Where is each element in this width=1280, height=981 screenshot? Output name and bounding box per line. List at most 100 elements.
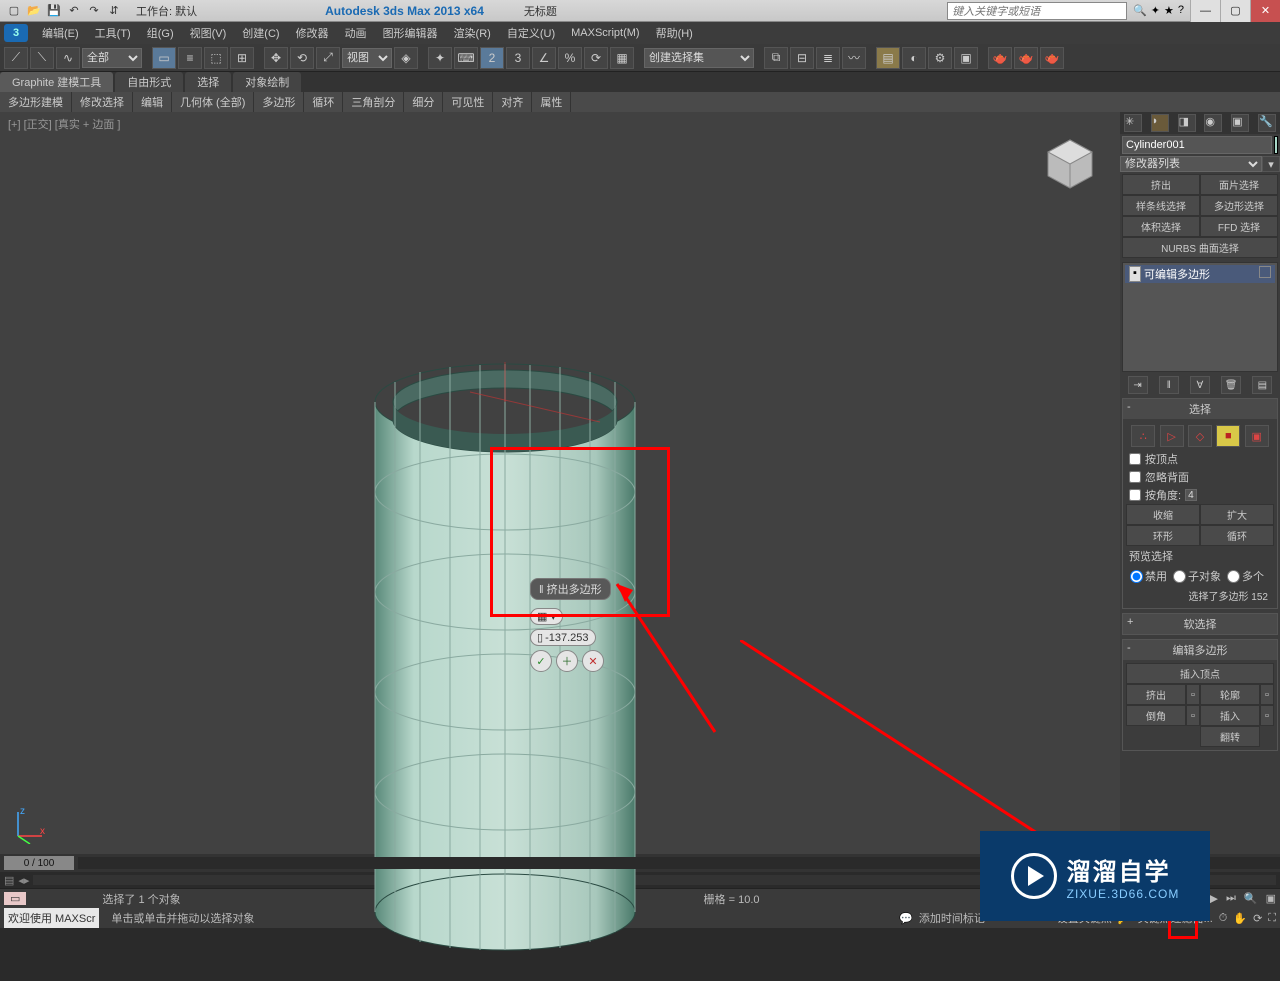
utilities-tab-icon[interactable]: 🔧 xyxy=(1258,114,1276,132)
modifier-stack[interactable]: ▪ 可编辑多边形 xyxy=(1122,262,1278,372)
inset-settings-icon[interactable]: ▫ xyxy=(1260,705,1274,726)
spinner-snap-icon[interactable]: ⟳ xyxy=(584,47,608,69)
stack-toggle-icon[interactable] xyxy=(1259,266,1271,278)
display-tab-icon[interactable]: ▣ xyxy=(1231,114,1249,132)
extrude-settings-icon[interactable]: ▫ xyxy=(1186,684,1200,705)
workspace-dropdown[interactable]: 工作台: 默认 xyxy=(128,3,205,19)
subobj-border-icon[interactable]: ◇ xyxy=(1188,425,1212,447)
by-angle-checkbox[interactable] xyxy=(1129,489,1141,501)
menu-group[interactable]: 组(G) xyxy=(139,25,182,41)
modify-tab-icon[interactable]: ◗ xyxy=(1151,114,1169,132)
undo-icon[interactable]: ↶ xyxy=(64,2,84,20)
menu-views[interactable]: 视图(V) xyxy=(182,25,235,41)
trackbar-config-icon[interactable]: ▤ xyxy=(4,874,14,887)
object-color-swatch[interactable] xyxy=(1274,136,1278,154)
viewcube-icon[interactable] xyxy=(1040,132,1100,192)
menu-help[interactable]: 帮助(H) xyxy=(648,25,701,41)
grow-button[interactable]: 扩大 xyxy=(1200,504,1274,525)
ribbon-tab-graphite[interactable]: Graphite 建模工具 xyxy=(0,72,113,92)
preview-multi-radio[interactable] xyxy=(1227,570,1240,583)
ribbon-group-align[interactable]: 对齐 xyxy=(493,92,532,112)
rendered-frame-icon[interactable]: ▣ xyxy=(954,47,978,69)
render-prod-icon[interactable]: 🫖 xyxy=(988,47,1012,69)
ignore-backfacing-checkbox[interactable] xyxy=(1129,471,1141,483)
ribbon-group-geom[interactable]: 几何体 (全部) xyxy=(172,92,254,112)
ribbon-group-polygon[interactable]: 多边形 xyxy=(254,92,304,112)
remove-modifier-icon[interactable]: 🗑 xyxy=(1221,376,1241,394)
search-icon[interactable]: 🔍 xyxy=(1133,4,1147,17)
material-editor-icon[interactable]: ◐ xyxy=(902,47,926,69)
scale-icon[interactable]: ⤢ xyxy=(316,47,340,69)
nav-max-icon[interactable]: ⛶ xyxy=(1268,912,1276,925)
stack-item-editpoly[interactable]: ▪ 可编辑多边形 xyxy=(1125,265,1275,283)
ring-button[interactable]: 环形 xyxy=(1126,525,1200,546)
menu-rendering[interactable]: 渲染(R) xyxy=(446,25,499,41)
quick-nurbssel[interactable]: NURBS 曲面选择 xyxy=(1122,237,1278,258)
curve-editor-icon[interactable]: 〰 xyxy=(842,47,866,69)
rect-select-icon[interactable]: ⬚ xyxy=(204,47,228,69)
quick-splinesel[interactable]: 样条线选择 xyxy=(1122,195,1200,216)
ref-coord-dropdown[interactable]: 视图 xyxy=(342,48,392,68)
rollout-softsel-header[interactable]: +软选择 xyxy=(1123,614,1277,634)
menu-edit[interactable]: 编辑(E) xyxy=(34,25,87,41)
menu-create[interactable]: 创建(C) xyxy=(234,25,287,41)
menu-grapheditors[interactable]: 图形编辑器 xyxy=(375,25,446,41)
align-icon[interactable]: ⊟ xyxy=(790,47,814,69)
help-icon[interactable]: ? xyxy=(1178,4,1184,17)
time-slider[interactable]: 0 / 100 xyxy=(4,856,74,870)
object-name-input[interactable] xyxy=(1122,136,1272,154)
minimize-button[interactable]: — xyxy=(1190,0,1220,22)
snap-3d-icon[interactable]: 3 xyxy=(506,47,530,69)
quick-ffdsel[interactable]: FFD 选择 xyxy=(1200,216,1278,237)
menu-modifiers[interactable]: 修改器 xyxy=(288,25,337,41)
menu-customize[interactable]: 自定义(U) xyxy=(499,25,563,41)
ribbon-tab-freeform[interactable]: 自由形式 xyxy=(115,72,183,92)
menu-tools[interactable]: 工具(T) xyxy=(87,25,139,41)
render-icon[interactable]: 🫖 xyxy=(1040,47,1064,69)
trackbar-keys-icon[interactable]: ◂▸ xyxy=(18,874,29,887)
make-unique-icon[interactable]: ∀ xyxy=(1190,376,1210,394)
preview-off-radio[interactable] xyxy=(1130,570,1143,583)
ribbon-group-loop[interactable]: 循环 xyxy=(304,92,343,112)
outline-settings-icon[interactable]: ▫ xyxy=(1260,684,1274,705)
maximize-button[interactable]: ▢ xyxy=(1220,0,1250,22)
ribbon-group-tri[interactable]: 三角剖分 xyxy=(343,92,404,112)
edged-faces-icon[interactable]: ▦ xyxy=(610,47,634,69)
open-icon[interactable]: 📂 xyxy=(24,2,44,20)
viewport-label[interactable]: [+] [正交] [真实 + 边面 ] xyxy=(8,116,120,132)
by-vertex-checkbox[interactable] xyxy=(1129,453,1141,465)
play-end-icon[interactable]: ⏭ xyxy=(1226,892,1236,905)
shrink-button[interactable]: 收缩 xyxy=(1126,504,1200,525)
angle-snap-icon[interactable]: ∠ xyxy=(532,47,556,69)
new-icon[interactable]: ▢ xyxy=(4,2,24,20)
maxscript-mini-icon[interactable]: ▭ xyxy=(4,892,26,905)
hierarchy-tab-icon[interactable]: ◨ xyxy=(1178,114,1196,132)
save-icon[interactable]: 💾 xyxy=(44,2,64,20)
render-setup-icon[interactable]: ⚙ xyxy=(928,47,952,69)
quick-extrude[interactable]: 挤出 xyxy=(1122,174,1200,195)
ribbon-group-subdiv[interactable]: 细分 xyxy=(404,92,443,112)
ribbon-group-edit[interactable]: 编辑 xyxy=(133,92,172,112)
ribbon-group-vis[interactable]: 可见性 xyxy=(443,92,493,112)
outline-button[interactable]: 轮廓 xyxy=(1200,684,1260,705)
subobj-edge-icon[interactable]: ▷ xyxy=(1160,425,1184,447)
ribbon-tab-objectpaint[interactable]: 对象绘制 xyxy=(233,72,301,92)
ribbon-group-modifysel[interactable]: 修改选择 xyxy=(72,92,133,112)
preview-subobj-radio[interactable] xyxy=(1173,570,1186,583)
caddy-height-input[interactable]: ▯ -137.253 xyxy=(530,629,596,646)
pivot-icon[interactable]: ◈ xyxy=(394,47,418,69)
rotate-icon[interactable]: ⟲ xyxy=(290,47,314,69)
schematic-view-icon[interactable]: ▤ xyxy=(876,47,900,69)
loop-button[interactable]: 循环 xyxy=(1200,525,1274,546)
snap-2d-icon[interactable]: 2 xyxy=(480,47,504,69)
named-selection-dropdown[interactable]: 创建选择集 xyxy=(644,48,754,68)
selection-filter-dropdown[interactable]: 全部 xyxy=(82,48,142,68)
subobj-polygon-icon[interactable]: ■ xyxy=(1216,425,1240,447)
ribbon-tab-selection[interactable]: 选择 xyxy=(185,72,231,92)
quick-volsel[interactable]: 体积选择 xyxy=(1122,216,1200,237)
caddy-ok-button[interactable]: ✓ xyxy=(530,650,552,672)
link-icon[interactable]: ⇵ xyxy=(104,2,124,20)
play-next-icon[interactable]: ▶ xyxy=(1210,892,1218,905)
menu-maxscript[interactable]: MAXScript(M) xyxy=(563,27,647,39)
nav-pan-icon[interactable]: ✋ xyxy=(1233,912,1247,925)
